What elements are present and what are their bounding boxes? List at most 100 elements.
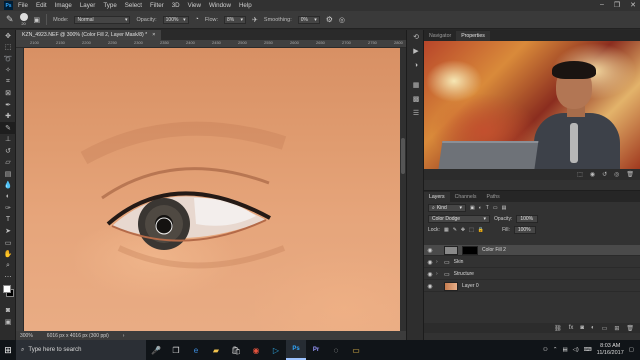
actions-panel-icon[interactable]: ▶ bbox=[407, 44, 425, 58]
marquee-tool-icon[interactable]: ⬚ bbox=[0, 42, 16, 54]
chrome-icon[interactable]: ◉ bbox=[246, 340, 266, 360]
layer-opacity-field[interactable]: 100% bbox=[516, 214, 539, 223]
trash-icon[interactable]: 🗑 bbox=[626, 325, 634, 332]
folder-icon[interactable]: ▭ bbox=[346, 340, 366, 360]
history-brush-tool-icon[interactable]: ↺ bbox=[0, 145, 16, 157]
close-button[interactable]: ✕ bbox=[630, 1, 636, 9]
filter-type-icon[interactable]: T bbox=[486, 205, 489, 211]
taskbar-search-box[interactable]: ⌕ Type here to search bbox=[16, 340, 146, 360]
tab-properties[interactable]: Properties bbox=[456, 31, 490, 41]
gear-icon[interactable]: ⚙ bbox=[326, 15, 333, 24]
kind-filter-select[interactable]: ⌕ Kind ▾ bbox=[428, 203, 466, 212]
lock-artboard-icon[interactable]: ⬚ bbox=[469, 227, 474, 233]
type-tool-icon[interactable]: T bbox=[0, 214, 16, 226]
airbrush-icon[interactable]: ✈ bbox=[252, 16, 258, 24]
trash-icon[interactable]: 🗑 bbox=[626, 171, 634, 178]
menu-help[interactable]: Help bbox=[239, 2, 252, 9]
adjustment-layer-icon[interactable]: ◐ bbox=[591, 325, 595, 331]
tab-paths[interactable]: Paths bbox=[482, 192, 505, 202]
lock-all-icon[interactable]: 🔒 bbox=[478, 227, 484, 233]
gradient-tool-icon[interactable]: ▤ bbox=[0, 168, 16, 180]
clip-icon[interactable]: ⬚ bbox=[577, 171, 583, 178]
tab-channels[interactable]: Channels bbox=[450, 192, 482, 202]
visibility-eye-icon[interactable]: ◉ bbox=[424, 283, 436, 290]
screen-mode-icon[interactable]: ▣ bbox=[0, 317, 16, 329]
healing-brush-tool-icon[interactable]: ✚ bbox=[0, 111, 16, 123]
edge-icon[interactable]: e bbox=[186, 340, 206, 360]
color-swatches[interactable] bbox=[0, 283, 15, 305]
menu-filter[interactable]: Filter bbox=[150, 2, 164, 9]
brush-preset-picker[interactable]: 20 bbox=[19, 13, 28, 26]
expand-arrow-icon[interactable]: › bbox=[436, 271, 444, 277]
notifications-icon[interactable]: ▢ bbox=[629, 347, 634, 353]
store-icon[interactable]: 🛍 bbox=[226, 340, 246, 360]
frame-tool-icon[interactable]: ⊠ bbox=[0, 88, 16, 100]
history-panel-icon[interactable]: ⟲ bbox=[407, 30, 425, 44]
quick-mask-icon[interactable]: ◙ bbox=[0, 305, 16, 317]
filter-shape-icon[interactable]: ▭ bbox=[493, 205, 498, 211]
fx-icon[interactable]: fx bbox=[569, 325, 574, 331]
menu-view[interactable]: View bbox=[188, 2, 201, 9]
clone-stamp-tool-icon[interactable]: ⊥ bbox=[0, 134, 16, 146]
link-icon[interactable]: ⛓ bbox=[554, 325, 562, 332]
mode-select[interactable]: Normal ▾ bbox=[74, 15, 131, 24]
lasso-tool-icon[interactable]: ➰ bbox=[0, 53, 16, 65]
clock[interactable]: 8:03 AM 11/16/2017 bbox=[597, 343, 624, 357]
blur-tool-icon[interactable]: 💧 bbox=[0, 180, 16, 192]
layer-row[interactable]: ◉ › ▭ Skin bbox=[424, 257, 640, 268]
menu-3d[interactable]: 3D bbox=[172, 2, 180, 9]
layer-row[interactable]: ◉ › ▭ Structure bbox=[424, 269, 640, 280]
move-tool-icon[interactable]: ✥ bbox=[0, 30, 16, 42]
tab-layers[interactable]: Layers bbox=[424, 192, 450, 202]
status-arrow-icon[interactable]: › bbox=[123, 333, 125, 339]
visibility-eye-icon[interactable]: ◉ bbox=[424, 271, 436, 278]
flow-field[interactable]: 8% ▾ bbox=[224, 15, 247, 24]
toggle-icon[interactable]: ◎ bbox=[614, 171, 619, 178]
menu-type[interactable]: Type bbox=[103, 2, 116, 9]
task-view-icon[interactable]: ❐ bbox=[166, 340, 186, 360]
menu-image[interactable]: Image bbox=[55, 2, 72, 9]
brush-settings-icon[interactable]: ▣ bbox=[34, 16, 41, 24]
menu-edit[interactable]: Edit bbox=[36, 2, 47, 9]
menu-window[interactable]: Window bbox=[209, 2, 231, 9]
color-panel-icon[interactable]: ▦ bbox=[407, 78, 425, 92]
quick-select-tool-icon[interactable]: ✧ bbox=[0, 65, 16, 77]
pen-tool-icon[interactable]: ✑ bbox=[0, 203, 16, 215]
pressure-opacity-icon[interactable]: ◔ bbox=[195, 16, 199, 23]
media-icon[interactable]: ▷ bbox=[266, 340, 286, 360]
volume-icon[interactable]: ◁) bbox=[573, 347, 579, 353]
brush-tool-icon[interactable]: ✎ bbox=[0, 122, 16, 134]
cortana-mic-icon[interactable]: 🎤 bbox=[146, 340, 166, 360]
eraser-tool-icon[interactable]: ▱ bbox=[0, 157, 16, 169]
dodge-tool-icon[interactable]: ◐ bbox=[0, 191, 16, 203]
new-layer-icon[interactable]: ⊞ bbox=[614, 325, 619, 332]
swatches-panel-icon[interactable]: ▩ bbox=[407, 92, 425, 106]
menu-layer[interactable]: Layer bbox=[80, 2, 95, 9]
new-group-icon[interactable]: ▭ bbox=[602, 325, 608, 332]
libraries-panel-icon[interactable]: ☰ bbox=[407, 106, 425, 120]
reset-icon[interactable]: ↺ bbox=[602, 171, 607, 178]
network-icon[interactable]: ▤ bbox=[562, 347, 567, 353]
add-mask-icon[interactable]: ◙ bbox=[580, 325, 584, 331]
path-select-tool-icon[interactable]: ➤ bbox=[0, 226, 16, 238]
adjustments-panel-icon[interactable]: ◑ bbox=[407, 58, 425, 72]
crop-tool-icon[interactable]: ⌗ bbox=[0, 76, 16, 88]
chevron-up-icon[interactable]: ⌃ bbox=[553, 347, 558, 353]
photoshop-taskbar-icon[interactable]: Ps bbox=[286, 340, 306, 360]
file-explorer-icon[interactable]: ▰ bbox=[206, 340, 226, 360]
opacity-field[interactable]: 100% ▾ bbox=[162, 15, 189, 24]
obs-icon[interactable]: ◌ bbox=[326, 340, 346, 360]
restore-button[interactable]: ❐ bbox=[614, 1, 620, 9]
blend-mode-select[interactable]: Color Dodge ▾ bbox=[428, 214, 490, 223]
visibility-eye-icon[interactable]: ◉ bbox=[424, 247, 436, 254]
zoom-tool-icon[interactable]: ⌕ bbox=[0, 260, 16, 272]
fill-field[interactable]: 100% bbox=[513, 225, 536, 234]
visibility-eye-icon[interactable]: ◉ bbox=[424, 259, 436, 266]
windows-start-icon[interactable]: ⊞ bbox=[0, 340, 16, 360]
document-tab[interactable]: KZN_4923.NEF @ 300% (Color Fill 2, Layer… bbox=[16, 30, 162, 40]
menu-file[interactable]: File bbox=[18, 2, 28, 9]
keyboard-icon[interactable]: ⌨ bbox=[584, 347, 592, 353]
filter-adjustment-icon[interactable]: ◐ bbox=[479, 205, 482, 211]
layer-row[interactable]: ◉ Color Fill 2 bbox=[424, 245, 640, 256]
smoothing-field[interactable]: 0% ▾ bbox=[297, 15, 320, 24]
